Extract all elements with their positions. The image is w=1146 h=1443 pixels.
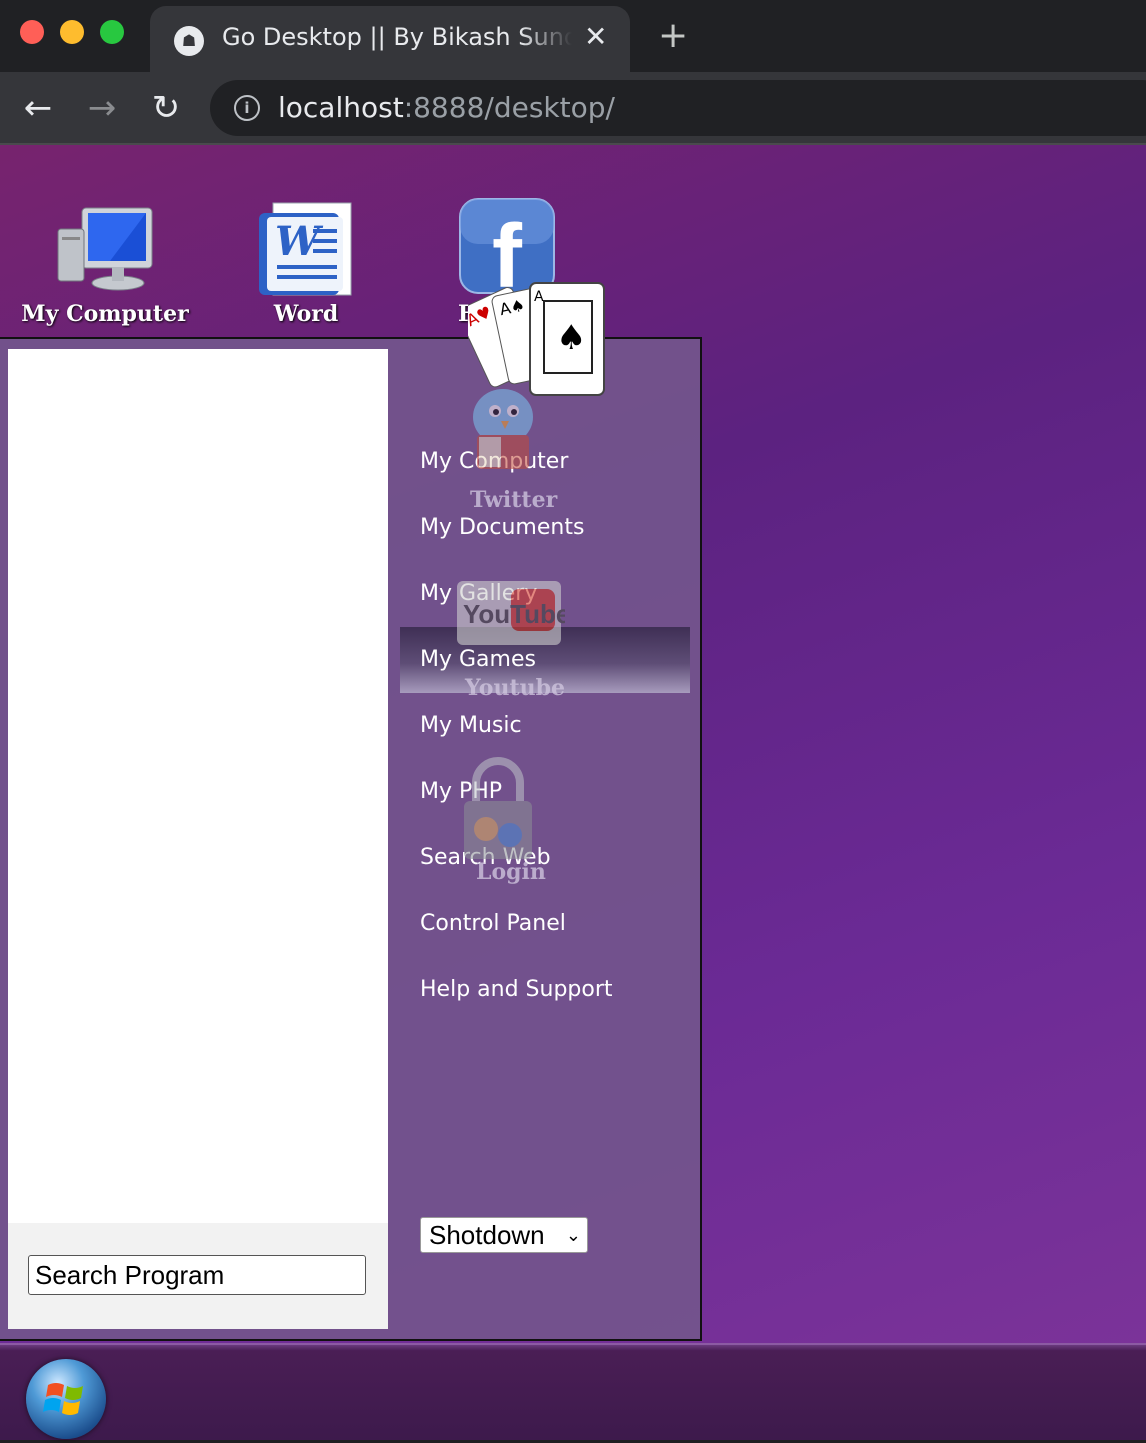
windows-logo-icon bbox=[43, 1383, 83, 1415]
tab-title: Go Desktop || By Bikash Sundar bbox=[222, 23, 572, 51]
browser-tab[interactable]: ☗ Go Desktop || By Bikash Sundar ✕ bbox=[150, 6, 630, 72]
reload-icon[interactable]: ↻ bbox=[144, 86, 188, 130]
window-minimize-button[interactable] bbox=[60, 20, 84, 44]
url-path: :8888/desktop/ bbox=[403, 91, 615, 124]
menu-item-help-support[interactable]: Help and Support bbox=[400, 957, 690, 1023]
login-label: Login bbox=[476, 859, 546, 885]
start-menu-links: My Computer My Documents My Gallery My G… bbox=[400, 429, 690, 1023]
twitter-label: Twitter bbox=[470, 487, 558, 513]
youtube-icon: YouTube bbox=[457, 581, 565, 645]
start-menu-search-area: Search Program bbox=[8, 1223, 388, 1329]
playing-cards-icon: A♥ A♠ ♠ A bbox=[468, 282, 605, 396]
window-close-button[interactable] bbox=[20, 20, 44, 44]
youtube-label: Youtube bbox=[465, 675, 565, 701]
chevron-down-icon: ⌄ bbox=[565, 1225, 581, 1245]
tab-close-icon[interactable]: ✕ bbox=[584, 20, 607, 54]
shutdown-select[interactable]: Shotdown ⌄ bbox=[420, 1217, 588, 1253]
youtube-logo-text: YouTube bbox=[463, 599, 565, 629]
browser-toolbar: ← → ↻ i localhost:8888/desktop/ bbox=[0, 72, 1146, 144]
back-arrow-icon[interactable]: ← bbox=[16, 86, 60, 130]
search-program-input[interactable]: Search Program bbox=[28, 1255, 366, 1295]
word-icon: W bbox=[259, 202, 352, 296]
favicon-icon: ☗ bbox=[174, 26, 204, 56]
window-maximize-button[interactable] bbox=[100, 20, 124, 44]
info-icon[interactable]: i bbox=[234, 95, 260, 121]
start-button[interactable] bbox=[26, 1359, 106, 1439]
svg-text:♠: ♠ bbox=[556, 318, 586, 358]
padlock-login-icon bbox=[464, 757, 532, 859]
address-bar[interactable]: i localhost:8888/desktop/ bbox=[210, 80, 1146, 136]
svg-text:A: A bbox=[534, 289, 544, 305]
forward-arrow-icon[interactable]: → bbox=[80, 86, 124, 130]
tab-bar: ☗ Go Desktop || By Bikash Sundar ✕ + bbox=[0, 0, 1146, 72]
desktop: My Computer W Word f Fa Search Program bbox=[0, 145, 1146, 1343]
shutdown-selected-value: Shotdown bbox=[429, 1220, 545, 1250]
new-tab-icon[interactable]: + bbox=[658, 16, 688, 56]
menu-item-control-panel[interactable]: Control Panel bbox=[400, 891, 690, 957]
menu-item-my-music[interactable]: My Music bbox=[400, 693, 690, 759]
desktop-icon-label: My Computer bbox=[21, 301, 189, 327]
monitor-icon bbox=[57, 207, 153, 291]
desktop-icon-label: Word bbox=[273, 301, 339, 327]
menu-item-my-php[interactable]: My PHP bbox=[400, 759, 690, 825]
url-text[interactable]: localhost:8888/desktop/ bbox=[278, 91, 615, 124]
url-host: localhost bbox=[278, 91, 404, 124]
start-menu: Search Program My Computer My Documents … bbox=[0, 282, 702, 1341]
start-menu-program-pane: Search Program bbox=[8, 349, 388, 1329]
taskbar bbox=[0, 1343, 1146, 1440]
